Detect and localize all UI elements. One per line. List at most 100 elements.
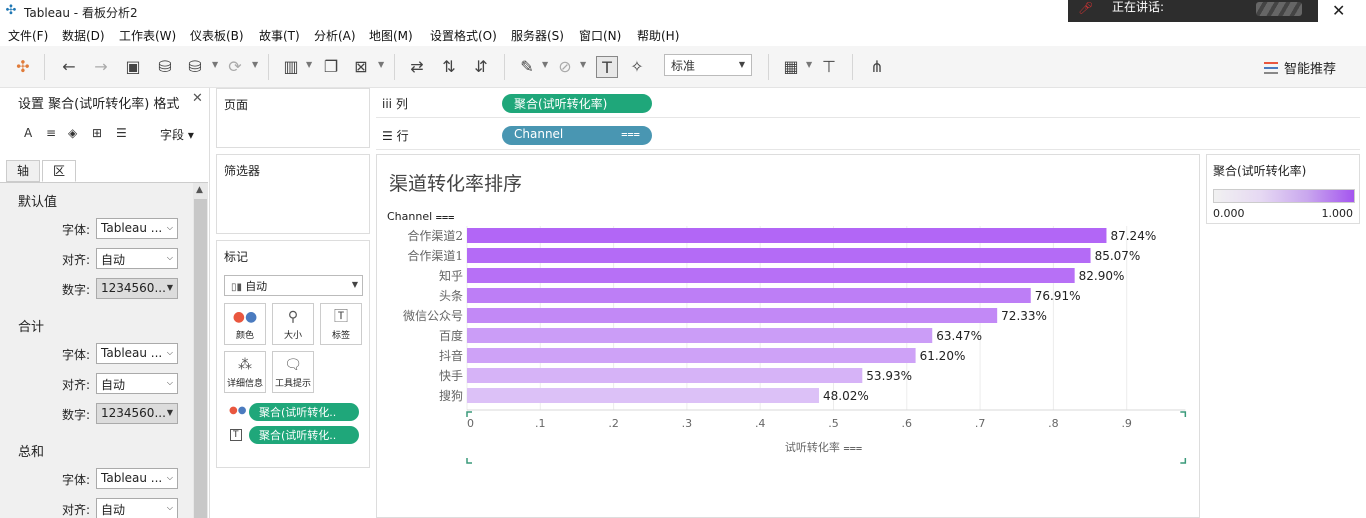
close-window-button[interactable]: ✕ (1332, 1, 1345, 20)
rows-field-pill[interactable]: Channel ⩶ (502, 126, 652, 145)
color-mark-button[interactable]: ●● 颜色 (224, 303, 266, 345)
font-format-icon[interactable]: A (24, 126, 32, 140)
share-icon[interactable]: ⋔ (866, 56, 888, 78)
category-label[interactable]: 搜狗 (439, 388, 463, 403)
columns-shelf[interactable]: iii 列 聚合(试听转化率) (376, 88, 1360, 118)
default-font-select[interactable]: Tableau ... ⌵ (96, 218, 178, 239)
pause-updates-icon[interactable]: ⛁ (184, 56, 206, 78)
undo-icon[interactable]: ← (58, 56, 80, 78)
tab-axis[interactable]: 轴 (6, 160, 40, 182)
menu-story[interactable]: 故事(T) (259, 27, 300, 44)
new-datasource-icon[interactable]: ⛁ (154, 56, 176, 78)
totals-align-select[interactable]: 自动 ⌵ (96, 373, 178, 394)
bar[interactable] (467, 288, 1031, 303)
category-label[interactable]: 头条 (439, 289, 463, 303)
bar[interactable] (467, 328, 933, 343)
category-label[interactable]: 抖音 (439, 348, 463, 363)
show-cards-icon[interactable]: ▦ (780, 56, 802, 78)
category-label[interactable]: 知乎 (439, 269, 463, 283)
show-me-button[interactable]: 智能推荐 (1264, 58, 1336, 77)
tableau-home-icon[interactable]: ✣ (12, 56, 34, 78)
chevron-down-icon[interactable]: ▼ (306, 60, 312, 69)
duplicate-sheet-icon[interactable]: ❐ (320, 56, 342, 78)
bar[interactable] (467, 388, 819, 403)
bar[interactable] (467, 268, 1075, 283)
menu-server[interactable]: 服务器(S) (511, 27, 564, 44)
label-mark-button[interactable]: 🅃 标签 (320, 303, 362, 345)
legend-color-ramp[interactable] (1213, 189, 1355, 203)
category-label[interactable]: 微信公众号 (403, 309, 463, 323)
show-mark-labels-icon[interactable]: T (596, 56, 618, 78)
presentation-mode-icon[interactable]: ⊤ (818, 56, 840, 78)
default-number-select[interactable]: 1234560... ▼ (96, 278, 178, 299)
menu-file[interactable]: 文件(F) (8, 27, 48, 44)
rows-shelf[interactable]: ☰ 行 Channel ⩶ (376, 120, 1360, 150)
chevron-down-icon[interactable]: ▼ (580, 60, 586, 69)
tooltip-mark-button[interactable]: 🗨 工具提示 (272, 351, 314, 393)
category-label[interactable]: 百度 (439, 328, 463, 343)
worksheet-view[interactable]: 渠道转化率排序 Channel ⩶ 合作渠道2 87.24% 合作渠道1 85.07%… (376, 154, 1200, 518)
detail-mark-button[interactable]: ⁂ 详细信息 (224, 351, 266, 393)
x-axis-title[interactable]: 试听转化率 ⩶ (785, 440, 862, 454)
alignment-format-icon[interactable]: ≡ (46, 126, 56, 140)
format-scrollbar[interactable]: ▲ (193, 183, 208, 518)
chevron-down-icon[interactable]: ▼ (806, 60, 812, 69)
chevron-down-icon[interactable]: ▼ (542, 60, 548, 69)
chevron-down-icon[interactable]: ▼ (252, 60, 258, 69)
highlight-icon[interactable]: ✎ (516, 56, 538, 78)
scroll-up-icon[interactable]: ▲ (196, 185, 203, 195)
section-default: 默认值 (18, 195, 58, 210)
data-label: 87.24% (1110, 229, 1156, 243)
color-field-pill[interactable]: 聚合(试听转化.. (249, 403, 359, 421)
mark-type-select[interactable]: ▯▮ 自动 ▼ (224, 275, 363, 296)
sort-descending-icon[interactable]: ⇵ (470, 56, 492, 78)
label-field-pill[interactable]: 聚合(试听转化.. (249, 426, 359, 444)
sort-ascending-icon[interactable]: ⇅ (438, 56, 460, 78)
columns-field-pill[interactable]: 聚合(试听转化率) (502, 94, 652, 113)
group-members-icon[interactable]: ⊘ (554, 56, 576, 78)
menu-window[interactable]: 窗口(N) (579, 27, 621, 44)
drag-handle[interactable] (1256, 2, 1302, 16)
chevron-down-icon[interactable]: ▼ (212, 60, 218, 69)
menu-dashboard[interactable]: 仪表板(B) (190, 27, 244, 44)
menu-map[interactable]: 地图(M) (369, 27, 413, 44)
fit-mode-select[interactable]: 标准 ▼ (664, 54, 752, 76)
fix-axes-icon[interactable]: ✧ (626, 56, 648, 78)
bar[interactable] (467, 248, 1091, 263)
clear-sheet-icon[interactable]: ⊠ (350, 56, 372, 78)
menu-help[interactable]: 帮助(H) (637, 27, 679, 44)
refresh-icon[interactable]: ⟳ (224, 56, 246, 78)
field-dropdown[interactable]: 字段 ▾ (160, 126, 194, 143)
category-label[interactable]: 合作渠道2 (407, 228, 463, 243)
category-label[interactable]: 合作渠道1 (407, 248, 463, 263)
menu-analysis[interactable]: 分析(A) (314, 27, 356, 44)
swap-rows-columns-icon[interactable]: ⇄ (406, 56, 428, 78)
lines-format-icon[interactable]: ☰ (116, 126, 127, 140)
save-icon[interactable]: ▣ (122, 56, 144, 78)
totals-font-select[interactable]: Tableau ... ⌵ (96, 343, 178, 364)
scroll-thumb[interactable] (194, 199, 207, 518)
bar[interactable] (467, 228, 1107, 243)
grand-total-align-select[interactable]: 自动 ⌵ (96, 498, 178, 518)
new-worksheet-icon[interactable]: ▥ (280, 56, 302, 78)
menu-format[interactable]: 设置格式(O) (430, 27, 497, 44)
close-format-panel-button[interactable]: ✕ (192, 91, 203, 106)
grand-total-font-select[interactable]: Tableau ... ⌵ (96, 468, 178, 489)
totals-number-select[interactable]: 1234560... ▼ (96, 403, 178, 424)
filters-shelf[interactable]: 筛选器 (216, 154, 370, 234)
bar-chart[interactable]: 合作渠道2 87.24% 合作渠道1 85.07% 知乎 82.90% 头条 76.91% 微信… (377, 155, 1199, 517)
pages-shelf[interactable]: 页面 (216, 88, 370, 148)
redo-icon[interactable]: → (90, 56, 112, 78)
bar[interactable] (467, 348, 916, 363)
borders-format-icon[interactable]: ⊞ (92, 126, 102, 140)
menu-data[interactable]: 数据(D) (62, 27, 105, 44)
bar[interactable] (467, 308, 998, 323)
bar[interactable] (467, 368, 863, 383)
shading-format-icon[interactable]: ◈ (68, 126, 77, 140)
menu-worksheet[interactable]: 工作表(W) (119, 27, 176, 44)
chevron-down-icon[interactable]: ▼ (378, 60, 384, 69)
default-align-select[interactable]: 自动 ⌵ (96, 248, 178, 269)
size-mark-button[interactable]: ⚲ 大小 (272, 303, 314, 345)
category-label[interactable]: 快手 (439, 369, 463, 383)
tab-pane[interactable]: 区 (42, 160, 76, 182)
